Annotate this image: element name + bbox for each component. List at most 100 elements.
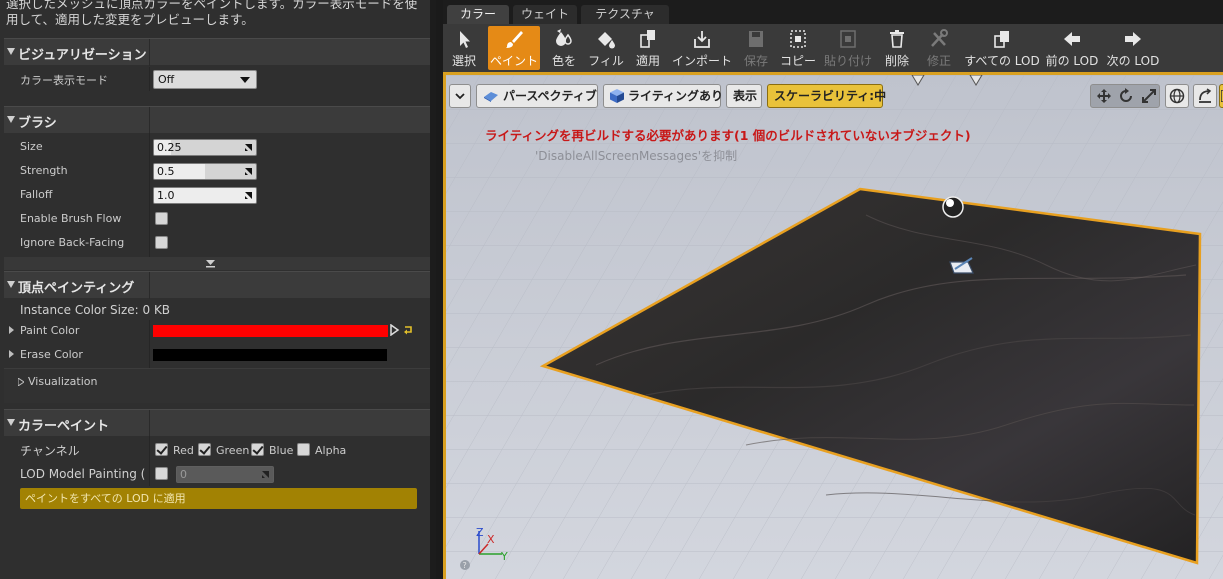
select-label: 選択 xyxy=(451,54,476,68)
color-swap-button[interactable]: 色を xyxy=(547,26,581,70)
perspective-button[interactable]: パースペクティブ xyxy=(476,84,598,108)
fill-button[interactable]: フィル xyxy=(588,26,624,70)
pick-arrow-icon[interactable] xyxy=(390,324,400,336)
instance-color-size: Instance Color Size: 0 KB xyxy=(20,303,171,317)
apply-button[interactable]: 適用 xyxy=(631,26,665,70)
panel-scrollbar[interactable] xyxy=(430,0,436,579)
collapse-triangle-icon[interactable] xyxy=(7,116,15,123)
channel-green-checkbox[interactable] xyxy=(198,443,211,456)
import-button[interactable]: インポート xyxy=(672,26,732,70)
drag-handle-icon[interactable] xyxy=(244,167,253,176)
section-visualization[interactable]: ビジュアリゼーション xyxy=(4,38,432,66)
grid-snap-button[interactable] xyxy=(1219,84,1223,108)
advanced-expander[interactable] xyxy=(4,257,432,270)
surface-snap-button[interactable] xyxy=(1193,84,1217,108)
lod-model-painting-checkbox[interactable] xyxy=(155,467,168,480)
reset-to-default-icon[interactable] xyxy=(403,325,414,335)
paint-color-label: Paint Color xyxy=(20,324,80,337)
column-divider xyxy=(149,67,150,91)
column-divider xyxy=(149,410,150,437)
apply-paint-all-lod-button[interactable]: ペイントをすべての LOD に適用 xyxy=(20,488,417,509)
prev-lod-button[interactable]: 前の LOD xyxy=(1044,26,1100,70)
vertex-paint-panel: 選択したメッシュに頂点カラーをペイントします。カラー表示モードを使用して、適用し… xyxy=(0,0,436,579)
fix-button[interactable]: 修正 xyxy=(921,26,957,70)
surface-snap-icon xyxy=(1199,88,1212,103)
show-button[interactable]: 表示 xyxy=(726,84,762,108)
drag-handle-icon xyxy=(262,471,269,478)
next-lod-button[interactable]: 次の LOD xyxy=(1103,26,1163,70)
paint-color-swatch[interactable] xyxy=(153,325,388,337)
scale-icon[interactable] xyxy=(1141,88,1157,104)
color-view-mode-dropdown[interactable]: Off xyxy=(153,70,257,89)
drag-handle-icon[interactable] xyxy=(244,191,253,200)
channel-label: チャンネル xyxy=(20,444,80,458)
tab-weight[interactable]: ウェイト xyxy=(513,5,577,24)
save-label: 保存 xyxy=(743,54,768,68)
delete-label: 削除 xyxy=(884,54,909,68)
show-label: 表示 xyxy=(733,89,758,103)
strength-input[interactable]: 0.5 xyxy=(153,163,257,180)
section-title: 頂点ペインティング xyxy=(18,281,135,296)
rotate-icon[interactable] xyxy=(1118,88,1134,104)
color-swap-label: 色を xyxy=(551,54,576,68)
all-lod-button[interactable]: すべての LOD xyxy=(963,26,1041,70)
channel-alpha-label: Alpha xyxy=(315,444,347,457)
save-button[interactable]: 保存 xyxy=(739,26,773,70)
lit-cube-icon xyxy=(610,89,624,103)
suppress-messages-hint: 'DisableAllScreenMessages'を抑制 xyxy=(535,149,738,163)
import-label: インポート xyxy=(672,54,733,68)
arrow-left-icon xyxy=(1064,32,1080,46)
stack-apply-icon xyxy=(640,30,655,48)
drag-handle-icon[interactable] xyxy=(244,143,253,152)
reflection-sphere-icon[interactable] xyxy=(942,196,964,218)
section-vertex-painting[interactable]: 頂点ペインティング xyxy=(4,271,432,299)
section-title: ブラシ xyxy=(18,116,57,131)
expand-arrow-icon[interactable] xyxy=(9,326,14,334)
enable-brush-flow-checkbox[interactable] xyxy=(155,212,168,225)
axis-z-label: Z xyxy=(476,526,484,539)
lighting-label: ライティングあり xyxy=(628,89,724,103)
copy-label: コピー xyxy=(779,54,816,68)
lod-index-input[interactable]: 0 xyxy=(176,466,274,483)
paint-toolbar: 選択 ペイント 色を フィル 適用 インポート 保存 コピー 貼り付け 削除 修… xyxy=(443,24,1223,72)
lighting-mode-button[interactable]: ライティングあり xyxy=(603,84,724,108)
tab-texture[interactable]: テクスチャ xyxy=(581,5,669,24)
collapse-triangle-icon[interactable] xyxy=(7,48,15,55)
paint-mode-tabs: カラー ウェイト テクスチャ xyxy=(443,0,1223,24)
tab-color[interactable]: カラー xyxy=(447,5,509,24)
channel-red-checkbox[interactable] xyxy=(155,443,168,456)
erase-color-label: Erase Color xyxy=(20,348,83,361)
move-arrows-icon[interactable] xyxy=(1095,88,1113,104)
world-local-toggle[interactable] xyxy=(1165,84,1189,108)
section-color-paint[interactable]: カラーペイント xyxy=(4,409,432,437)
expand-arrow-icon[interactable] xyxy=(18,378,24,386)
paste-icon xyxy=(840,30,856,48)
paste-button[interactable]: 貼り付け xyxy=(823,26,873,70)
level-viewport[interactable]: Z X Y ? パースペクティブ ライティングあり 表示 スケーラビリティ:中 xyxy=(443,72,1223,579)
color-drops-icon xyxy=(556,29,572,46)
falloff-input[interactable]: 1.0 xyxy=(153,187,257,204)
scalability-warning-button[interactable]: スケーラビリティ:中 xyxy=(767,84,886,108)
ignore-back-facing-row: Ignore Back-Facing xyxy=(4,231,432,255)
expand-arrow-icon[interactable] xyxy=(9,350,14,358)
enable-brush-flow-label: Enable Brush Flow xyxy=(20,212,122,225)
erase-color-swatch[interactable] xyxy=(153,349,387,361)
ignore-back-facing-checkbox[interactable] xyxy=(155,236,168,249)
size-input[interactable]: 0.25 xyxy=(153,139,257,156)
section-brush[interactable]: ブラシ xyxy=(4,106,432,134)
copy-button[interactable]: コピー xyxy=(778,26,818,70)
next-lod-label: 次の LOD xyxy=(1106,54,1160,68)
viewport-options-button[interactable] xyxy=(449,84,471,108)
select-button[interactable]: 選択 xyxy=(447,26,481,70)
wrench-icon xyxy=(931,29,948,47)
paint-button[interactable]: ペイント xyxy=(488,26,540,70)
expand-arrow-icon[interactable] xyxy=(205,259,216,268)
channel-blue-checkbox[interactable] xyxy=(251,443,264,456)
help-icon[interactable]: ? xyxy=(460,560,470,570)
collapse-triangle-icon[interactable] xyxy=(7,281,15,288)
collapse-triangle-icon[interactable] xyxy=(7,419,15,426)
save-disk-icon xyxy=(749,31,763,47)
channel-alpha-checkbox[interactable] xyxy=(297,443,310,456)
column-divider xyxy=(149,39,150,66)
delete-button[interactable]: 削除 xyxy=(880,26,914,70)
